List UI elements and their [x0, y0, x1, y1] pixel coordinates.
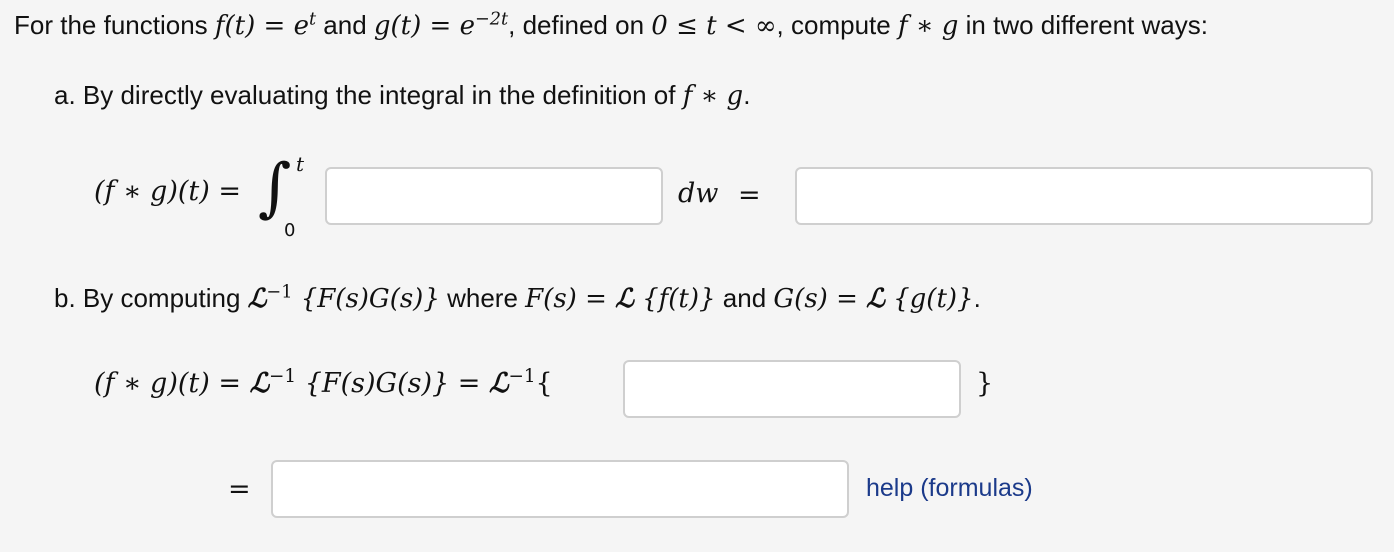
domain-expression: 0 ≤ t < ∞ — [651, 11, 777, 41]
part-a-lhs: (f ∗ g)(t) = — [94, 176, 241, 207]
part-a-period: . — [743, 80, 751, 110]
integral-lower-limit: 0 — [284, 220, 296, 241]
transform-input[interactable] — [623, 360, 961, 418]
integrand-input[interactable] — [325, 167, 663, 225]
part-b-equation: (f ∗ g)(t) = ℒ−1 {F(s)G(s)} = ℒ−1{ — [94, 365, 553, 399]
differential-dw: dw — [678, 178, 719, 209]
inverse-exponent: −1 — [269, 365, 297, 387]
prompt-and: and — [316, 10, 374, 40]
f-definition: f(t) = e — [214, 11, 309, 41]
laplace-symbol: ℒ — [489, 368, 509, 399]
part-b-lhs: (f ∗ g)(t) = — [94, 368, 250, 399]
laplace-symbol: ℒ — [866, 284, 885, 314]
g-argument: {g(t)} — [884, 284, 974, 314]
inverse-exponent: −1 — [266, 282, 293, 303]
prompt-lead: For the functions — [14, 10, 215, 40]
help-formulas-link[interactable]: help (formulas) — [866, 474, 1033, 503]
part-a-instruction: a. By directly evaluating the integral i… — [54, 80, 750, 111]
problem-statement: For the functions f(t) = et and g(t) = e… — [14, 10, 1208, 41]
laplace-symbol: ℒ — [249, 368, 270, 399]
prompt-tail: in two different ways: — [958, 10, 1208, 40]
part-b-period: . — [973, 283, 981, 313]
close-brace: } — [976, 368, 994, 399]
laplace-symbol: ℒ — [615, 284, 634, 314]
part-a-convolution: f ∗ g — [682, 81, 744, 111]
g-exponent: −2t — [474, 9, 509, 30]
part-b-instruction: b. By computing ℒ−1 {F(s)G(s)} where F(s… — [54, 283, 981, 314]
where-word: where — [439, 283, 526, 313]
part-b-label: b. By computing — [54, 283, 248, 313]
open-brace: { — [535, 368, 553, 399]
integral-result-input[interactable] — [795, 167, 1373, 225]
product-expression: {F(s)G(s)} — [292, 284, 440, 314]
convolution-symbol: f ∗ g — [897, 11, 959, 41]
part-b-and: and — [715, 283, 774, 313]
product-expression: {F(s)G(s)} — [296, 368, 450, 399]
part-b-mid-equals: = — [449, 368, 489, 399]
final-equals: = — [228, 474, 251, 505]
part-a-equals: = — [738, 180, 761, 211]
integral-upper-limit: t — [296, 152, 305, 176]
final-answer-input[interactable] — [271, 460, 849, 518]
prompt-defined: , defined on — [508, 10, 652, 40]
inverse-exponent: −1 — [508, 365, 536, 387]
f-argument: {f(t)} — [633, 284, 716, 314]
G-definition: G(s) = — [773, 284, 867, 314]
integral-sign: ∫ — [258, 151, 292, 225]
g-definition: g(t) = e — [373, 11, 475, 41]
part-a-label: a. By directly evaluating the integral i… — [54, 80, 683, 110]
prompt-compute: , compute — [776, 10, 898, 40]
F-definition: F(s) = — [525, 284, 616, 314]
laplace-symbol: ℒ — [247, 284, 267, 314]
f-exponent: t — [308, 9, 317, 30]
